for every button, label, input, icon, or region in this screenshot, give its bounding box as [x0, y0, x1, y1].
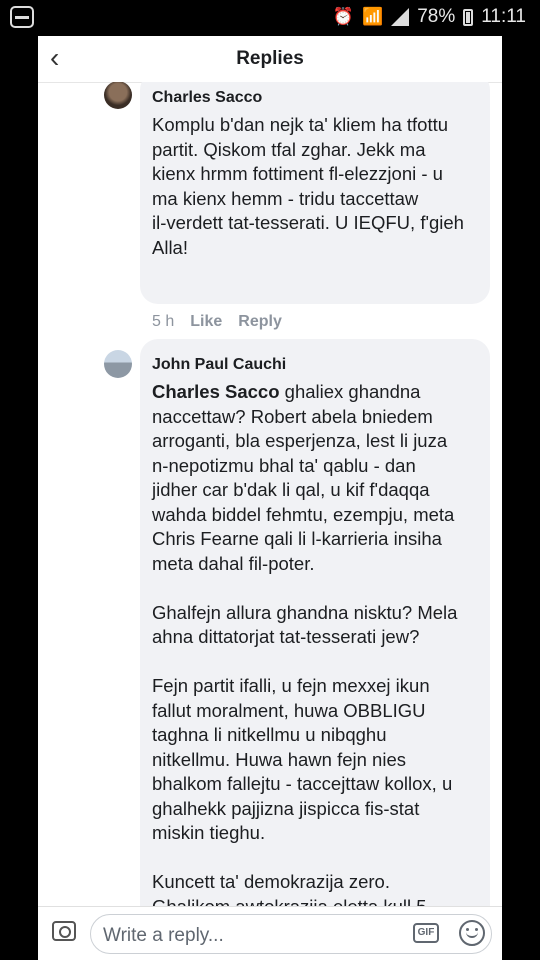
status-icons: ⏰ 📶 78% 11:11	[333, 6, 526, 28]
avatar[interactable]	[104, 350, 132, 378]
mention-link[interactable]: Charles Sacco	[152, 381, 280, 402]
replies-screen: ‹ Replies Charles Sacco Komplu b'dan nej…	[38, 36, 502, 960]
status-bar: ⏰ 📶 78% 11:11	[0, 0, 540, 36]
comment-author[interactable]: John Paul Cauchi	[152, 356, 478, 374]
avatar[interactable]	[104, 82, 132, 109]
like-button[interactable]: Like	[190, 313, 222, 331]
screenshot-icon	[10, 6, 34, 28]
alarm-icon: ⏰	[332, 7, 355, 26]
header: ‹ Replies	[38, 36, 502, 83]
battery-percent: 78%	[417, 6, 456, 27]
camera-icon[interactable]	[52, 921, 76, 941]
page-title: Replies	[236, 48, 304, 69]
comment-bubble: John Paul Cauchi Charles Sacco ghaliex g…	[140, 339, 490, 942]
reply-box[interactable]: GIF	[90, 914, 492, 954]
gif-icon[interactable]: GIF	[413, 923, 439, 943]
comment-body: ghaliex ghandna naccettaw? Robert abela …	[152, 381, 458, 941]
comment-thread[interactable]: Charles Sacco Komplu b'dan nejk ta' klie…	[38, 82, 502, 942]
comment-text: Komplu b'dan nejk ta' kliem ha tfottu pa…	[152, 114, 464, 258]
wifi-icon: 📶	[362, 7, 384, 26]
clock: 11:11	[481, 6, 526, 27]
signal-icon	[391, 8, 410, 26]
reply-button[interactable]: Reply	[238, 313, 282, 331]
comment-text: Charles Sacco ghaliex ghandna naccettaw?…	[152, 380, 478, 942]
comment-time[interactable]: 5 h	[152, 313, 174, 331]
comment-author[interactable]: Charles Sacco	[152, 89, 478, 107]
battery-icon	[463, 8, 474, 26]
emoji-icon[interactable]	[459, 920, 485, 946]
reply-composer: GIF	[38, 906, 502, 960]
comment-actions: 5 h Like Reply	[152, 313, 282, 331]
comment-bubble: Charles Sacco Komplu b'dan nejk ta' klie…	[140, 82, 490, 304]
reply-input[interactable]	[101, 924, 405, 948]
